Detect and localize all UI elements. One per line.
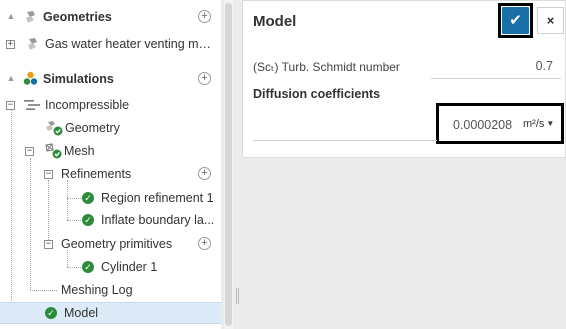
geometries-icon <box>26 11 35 23</box>
panel-title: Model <box>253 13 297 30</box>
confirm-button[interactable]: ✔ <box>502 7 529 34</box>
tree-item-label: Meshing Log <box>61 283 133 297</box>
tree-item-label: Model <box>64 306 99 320</box>
tree-item-label: Geometry <box>65 121 120 135</box>
panel-resize-handle[interactable] <box>236 288 239 304</box>
geometry-check-icon <box>46 121 63 136</box>
tree-scrollbar[interactable] <box>224 0 233 329</box>
add-primitive-icon[interactable]: + <box>198 237 211 250</box>
tree-item-primitive[interactable]: ✓ Cylinder 1 <box>0 256 221 278</box>
tree-item-refinement[interactable]: ✓ Region refinement 1 <box>0 187 221 209</box>
tree-item-meshing-log[interactable]: Meshing Log <box>0 279 221 301</box>
tree-item-label: Refinements <box>61 167 132 181</box>
tree-section-label: Simulations <box>43 72 114 86</box>
tree-item-geometry-primitives[interactable]: − Geometry primitives + <box>0 233 221 255</box>
tree-item-model[interactable]: ✓ Model <box>0 302 221 324</box>
scrollbar-thumb[interactable] <box>225 3 232 326</box>
tree-item-label: Mesh <box>64 144 95 158</box>
tree-item-simulation[interactable]: − Incompressible <box>0 94 221 116</box>
diffusion-coefficients-label: Diffusion coefficients <box>253 87 381 101</box>
tree-item-label: Cylinder 1 <box>101 260 158 274</box>
unit-dropdown[interactable]: m²/s ▼ <box>523 118 554 130</box>
expand-icon[interactable]: + <box>6 40 15 49</box>
tree-item-refinement[interactable]: ✓ Inflate boundary la... <box>0 209 221 231</box>
tree-item-label: Geometry primitives <box>61 237 173 251</box>
add-refinement-icon[interactable]: + <box>198 167 211 180</box>
status-check-icon: ✓ <box>82 192 94 204</box>
tree-item-label: Gas water heater venting mal... <box>45 37 215 51</box>
collapse-caret-icon[interactable]: ▲ <box>6 73 16 83</box>
tree-item-mesh[interactable]: − Mesh <box>0 140 221 162</box>
tree-item-label: Inflate boundary la... <box>101 213 215 227</box>
collapse-icon[interactable]: − <box>44 170 53 179</box>
input-underline <box>253 140 437 141</box>
tree-item-geometry[interactable]: + Gas water heater venting mal... <box>0 33 221 55</box>
unit-label: m²/s <box>523 118 545 130</box>
chevron-down-icon: ▼ <box>546 119 555 128</box>
status-check-icon: ✓ <box>45 307 57 319</box>
tree-section-geometries[interactable]: ▲ Geometries + <box>0 6 221 28</box>
status-check-icon: ✓ <box>82 214 94 226</box>
add-simulation-icon[interactable]: + <box>198 72 211 85</box>
diffusion-coefficient-input[interactable]: 0.0000208 <box>453 118 512 132</box>
tree-section-simulations[interactable]: ▲ Simulations + <box>0 68 221 90</box>
input-underline <box>431 78 561 79</box>
collapse-icon[interactable]: − <box>44 240 53 249</box>
tree-item-label: Incompressible <box>45 98 130 112</box>
add-geometry-icon[interactable]: + <box>198 10 211 23</box>
tree-item-label: Region refinement 1 <box>101 191 214 205</box>
mesh-check-icon <box>45 143 62 159</box>
collapse-icon[interactable]: − <box>6 101 15 110</box>
schmidt-number-label: (Scₜ) Turb. Schmidt number <box>253 60 400 74</box>
tree-item-sim-geometry[interactable]: Geometry <box>0 117 221 139</box>
model-panel: Model ✔ × (Scₜ) Turb. Schmidt number 0.7… <box>242 0 566 158</box>
simulations-icon <box>23 71 38 85</box>
collapse-icon[interactable]: − <box>25 147 34 156</box>
simulation-tree: ▲ Geometries + + Gas water heater ventin… <box>0 0 221 329</box>
tree-item-refinements[interactable]: − Refinements + <box>0 163 221 185</box>
tree-section-label: Geometries <box>43 10 112 24</box>
collapse-caret-icon[interactable]: ▲ <box>6 11 16 21</box>
close-button[interactable]: × <box>537 7 564 34</box>
simulation-settings-icon <box>24 100 40 110</box>
schmidt-number-input[interactable]: 0.7 <box>536 59 553 73</box>
geometry-file-icon <box>28 38 37 50</box>
status-check-icon: ✓ <box>82 261 94 273</box>
